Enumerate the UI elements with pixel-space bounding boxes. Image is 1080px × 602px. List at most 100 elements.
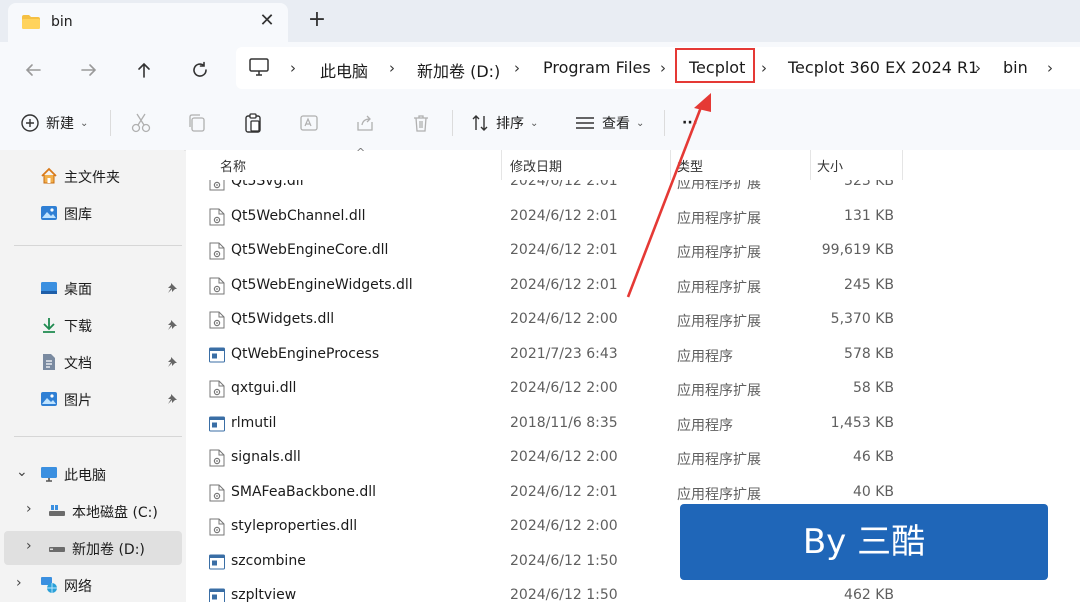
chevron-down-icon: ⌄	[80, 117, 89, 129]
divider	[14, 245, 182, 246]
paste-button[interactable]	[242, 110, 264, 136]
view-button[interactable]: 查看 ⌄	[574, 110, 644, 136]
file-name: Qt5Widgets.dll	[231, 311, 335, 327]
plus-circle-icon	[21, 114, 39, 132]
file-type: 应用程序扩展	[677, 383, 761, 399]
sidebar-item-home[interactable]: 主文件夹	[0, 159, 184, 193]
column-header-type[interactable]: 类型	[677, 156, 703, 175]
file-date: 2024/6/12 2:00	[510, 518, 618, 534]
copy-icon	[189, 114, 205, 132]
file-row[interactable]: szpltview 2024/6/12 1:50 462 KB	[186, 579, 1080, 602]
chevron-right-icon: ›	[389, 59, 395, 77]
drive-icon	[49, 547, 65, 552]
copy-button[interactable]	[186, 110, 208, 136]
file-row[interactable]: Qt5WebEngineCore.dll 2024/6/12 2:01 应用程序扩展…	[186, 234, 1080, 268]
sidebar-item-desktop[interactable]: 桌面	[0, 271, 184, 305]
tab-title: bin	[51, 14, 73, 30]
column-divider[interactable]	[501, 150, 502, 180]
file-name: Qt5WebEngineCore.dll	[231, 242, 389, 258]
file-name: SMAFeaBackbone.dll	[231, 483, 377, 500]
delete-button[interactable]	[410, 110, 432, 136]
breadcrumb-drive-d[interactable]: 新加卷 (D:)	[417, 58, 500, 82]
file-name: Qt5Svg.dll	[231, 180, 304, 189]
file-size: 323 KB	[844, 180, 894, 189]
refresh-button[interactable]	[185, 55, 215, 85]
file-row[interactable]: Qt5Svg.dll 2024/6/12 2:01 应用程序扩展 323 KB	[186, 180, 1080, 199]
column-header-name[interactable]: 名称	[220, 156, 246, 175]
address-bar[interactable]: › 此电脑 › 新加卷 (D:) › Program Files › Tecpl…	[236, 47, 1080, 89]
sidebar-item-network[interactable]: › 网络	[0, 568, 184, 602]
file-size: 46 KB	[852, 449, 894, 465]
column-divider[interactable]	[670, 150, 671, 180]
file-row[interactable]: Qt5WebEngineWidgets.dll 2024/6/12 2:01 应用程…	[186, 269, 1080, 303]
column-divider[interactable]	[810, 150, 811, 180]
forward-button[interactable]	[74, 55, 104, 85]
tab-bin[interactable]: bin ✕	[8, 3, 288, 42]
file-type: 应用程序扩展	[677, 452, 761, 468]
chevron-right-icon: ›	[761, 59, 767, 77]
sidebar-item-label: 此电脑	[64, 468, 106, 484]
sidebar-item-gallery[interactable]: 图库	[0, 196, 184, 230]
sidebar-item-pictures[interactable]: 图片	[0, 382, 184, 416]
file-name: Qt5WebEngineWidgets.dll	[231, 276, 413, 293]
new-button[interactable]: 新建 ⌄	[20, 110, 88, 136]
file-row[interactable]: Qt5Widgets.dll 2024/6/12 2:00 应用程序扩展 5,370 …	[186, 303, 1080, 337]
column-divider[interactable]	[902, 150, 903, 180]
more-options-button[interactable]: ···	[682, 110, 698, 136]
sidebar-item-downloads[interactable]: 下载	[0, 308, 184, 342]
up-button[interactable]	[129, 55, 159, 85]
sort-button[interactable]: 排序 ⌄	[470, 110, 538, 136]
file-type: 应用程序扩展	[677, 486, 761, 503]
column-header-size[interactable]: 大小	[817, 156, 843, 175]
file-date: 2024/6/12 2:01	[510, 276, 618, 293]
share-button[interactable]	[354, 110, 376, 136]
dll-file-icon	[209, 208, 225, 225]
sidebar-item-label: 主文件夹	[64, 170, 120, 186]
dll-file-icon	[209, 311, 225, 329]
file-name: styleproperties.dll	[231, 518, 358, 534]
column-header-date[interactable]: 修改日期	[510, 156, 562, 175]
cut-button[interactable]	[130, 110, 152, 136]
breadcrumb-program-files[interactable]: Program Files	[543, 58, 651, 77]
sidebar-item-drive-c[interactable]: › 本地磁盘 (C:)	[0, 494, 184, 528]
divider	[664, 110, 665, 136]
file-date: 2024/6/12 2:00	[510, 449, 618, 465]
file-row[interactable]: rlmutil 2018/11/6 8:35 应用程序 1,453 KB	[186, 407, 1080, 441]
breadcrumb-bin[interactable]: bin	[1003, 58, 1028, 77]
sidebar-item-label: 图片	[64, 393, 92, 409]
file-row[interactable]: Qt5WebChannel.dll 2024/6/12 2:01 应用程序扩展 131…	[186, 200, 1080, 234]
back-button[interactable]	[18, 55, 48, 85]
chevron-right-icon[interactable]: ›	[26, 501, 32, 517]
pin-icon	[168, 283, 177, 293]
breadcrumb-tecplot-360[interactable]: Tecplot 360 EX 2024 R1	[788, 58, 978, 77]
folder-icon	[22, 15, 40, 29]
file-size: 58 KB	[852, 380, 894, 396]
new-tab-button[interactable]: +	[304, 8, 330, 34]
file-date: 2024/6/12 2:01	[510, 242, 618, 258]
breadcrumb-this-pc[interactable]: 此电脑	[320, 58, 368, 82]
chevron-down-icon: ⌄	[636, 117, 645, 129]
dll-file-icon	[209, 484, 225, 501]
sort-icon	[472, 115, 488, 131]
rename-button[interactable]	[298, 110, 320, 136]
file-row[interactable]: QtWebEngineProcess 2021/7/23 6:43 应用程序 578 …	[186, 338, 1080, 372]
trash-icon	[414, 115, 428, 132]
chevron-right-icon[interactable]: ›	[26, 538, 32, 554]
file-name: signals.dll	[231, 449, 301, 465]
dll-file-icon	[209, 518, 225, 536]
sidebar-item-documents[interactable]: 文档	[0, 345, 184, 379]
chevron-right-icon[interactable]: ›	[16, 575, 22, 591]
desktop-icon	[41, 282, 57, 294]
pin-icon	[168, 357, 177, 367]
sidebar-item-this-pc[interactable]: ⌄ 此电脑	[0, 457, 184, 491]
file-type: 应用程序扩展	[677, 180, 761, 192]
close-tab-button[interactable]: ✕	[256, 10, 278, 32]
file-row[interactable]: qxtgui.dll 2024/6/12 2:00 应用程序扩展 58 KB	[186, 372, 1080, 406]
sidebar-item-label: 文档	[64, 356, 92, 372]
file-size: 1,453 KB	[830, 414, 894, 431]
tab-bar: bin ✕ +	[0, 0, 1080, 42]
chevron-down-icon[interactable]: ⌄	[16, 464, 28, 480]
file-row[interactable]: signals.dll 2024/6/12 2:00 应用程序扩展 46 KB	[186, 441, 1080, 475]
scissors-icon	[131, 113, 151, 133]
sidebar-item-drive-d[interactable]: › 新加卷 (D:)	[4, 531, 182, 565]
